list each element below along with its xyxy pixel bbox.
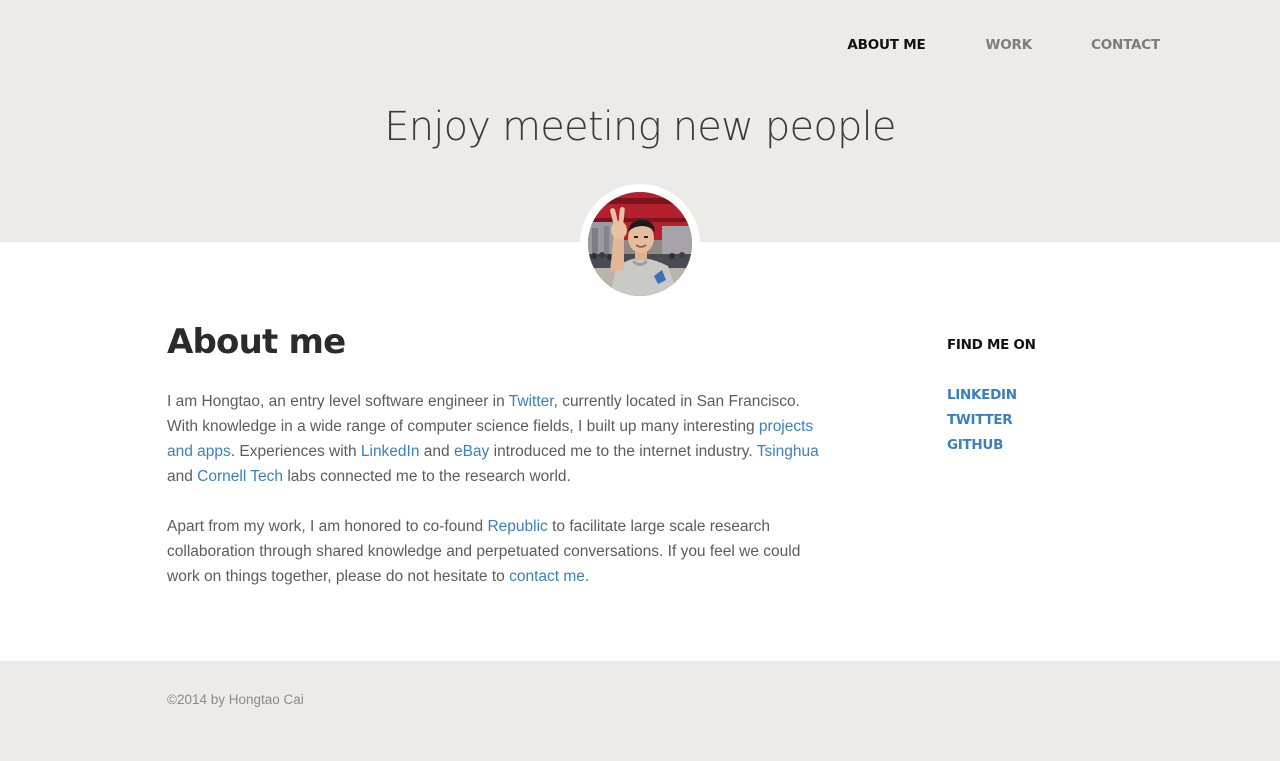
p2-text-3: . [584,568,590,585]
ebay-link[interactable]: eBay [454,443,489,460]
p1-text-1: I am Hongtao, an entry level software en… [167,393,509,410]
find-me-heading: FIND ME ON [947,337,1036,353]
cornell-tech-link[interactable]: Cornell Tech [197,468,283,485]
find-me-sidebar: FIND ME ON LINKEDIN TWITTER GITHUB [947,337,1147,458]
twitter-link[interactable]: Twitter [509,393,554,410]
linkedin-link[interactable]: LinkedIn [361,443,420,460]
nav-work[interactable]: WORK [986,37,1033,53]
avatar-ring [580,184,700,304]
p1-text-3: . Experiences with [230,443,361,460]
avatar-photo [588,192,692,296]
p1-text-5: introduced me to the internet industry. [489,443,757,460]
tsinghua-link[interactable]: Tsinghua [757,443,819,460]
about-paragraph-2: Apart from my work, I am honored to co-f… [167,514,827,589]
p1-text-6: and [167,468,198,485]
footer: ©2014 by Hongtao Cai [0,661,1280,761]
about-heading: About me [167,322,346,362]
p2-text-1: Apart from my work, I am honored to co-f… [167,518,488,535]
hero-tagline: Enjoy meeting new people [384,104,896,150]
republic-link[interactable]: Republic [487,518,547,535]
about-paragraph-1: I am Hongtao, an entry level software en… [167,389,827,489]
main-nav: ABOUT ME WORK CONTACT [847,37,1160,53]
sidebar-twitter-link[interactable]: TWITTER [947,408,1147,433]
p1-text-7: labs connected me to the research world. [283,468,571,485]
nav-contact[interactable]: CONTACT [1091,37,1160,53]
avatar [588,192,692,296]
nav-about-me[interactable]: ABOUT ME [847,37,925,53]
about-section: About me I am Hongtao, an entry level so… [167,322,827,614]
sidebar-linkedin-link[interactable]: LINKEDIN [947,383,1147,408]
p1-text-4: and [419,443,454,460]
contact-me-link[interactable]: contact me [509,568,585,585]
footer-copyright: ©2014 by Hongtao Cai [167,692,304,707]
sidebar-github-link[interactable]: GITHUB [947,433,1147,458]
